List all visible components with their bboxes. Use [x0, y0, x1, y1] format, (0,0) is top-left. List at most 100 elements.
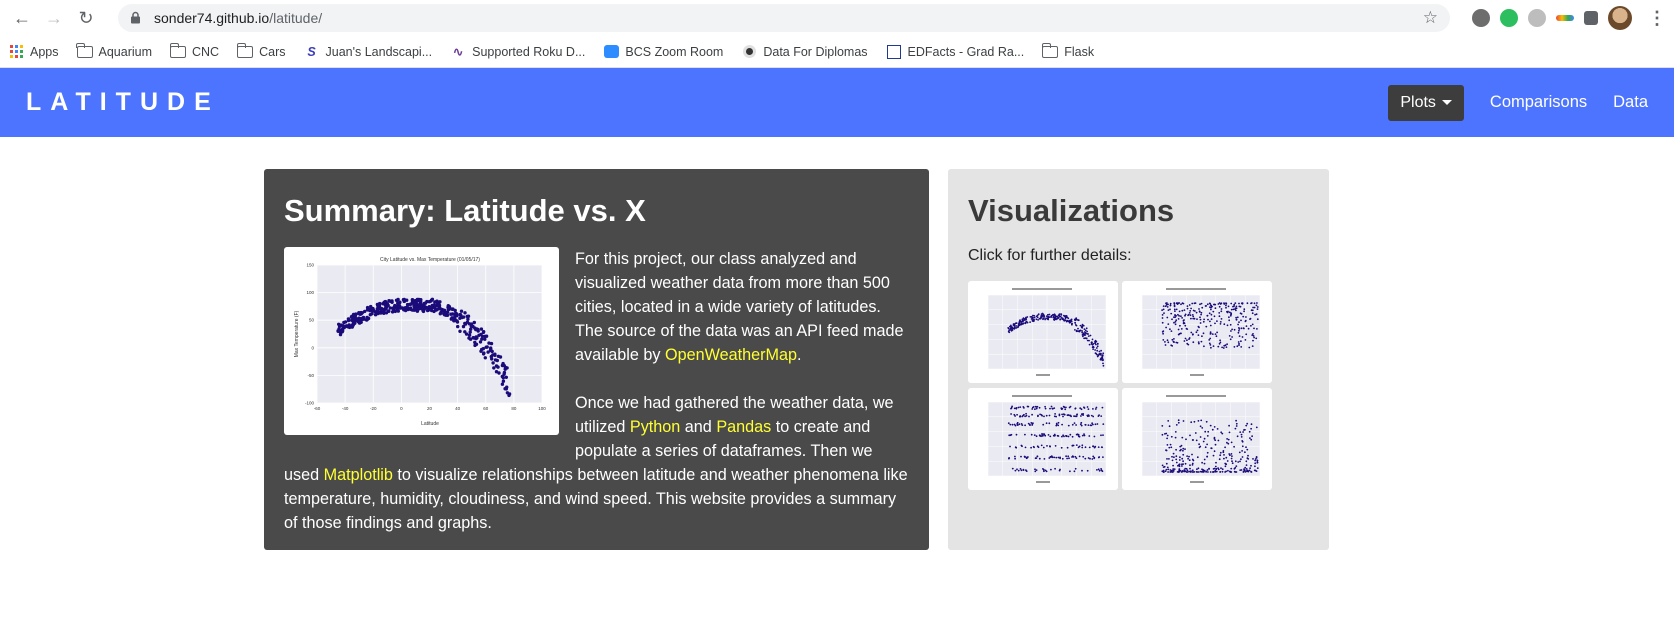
scatter-point [1229, 454, 1231, 457]
thumb-temperature[interactable] [968, 281, 1118, 383]
scatter-point [1035, 469, 1038, 471]
bookmark-bcs-zoom[interactable]: BCS Zoom Room [603, 45, 723, 59]
scatter-point [1240, 458, 1242, 461]
evernote-icon[interactable] [1500, 9, 1518, 27]
scatter-point [1102, 423, 1105, 425]
scatter-point [1094, 349, 1096, 351]
scatter-point [1187, 313, 1190, 316]
extension-rainbow-icon[interactable] [1556, 15, 1574, 21]
scatter-point [1171, 345, 1174, 347]
bookmark-cars[interactable]: Cars [236, 42, 286, 59]
scatter-point [1170, 312, 1173, 315]
scatter-point [1013, 407, 1016, 410]
scatter-point [1012, 323, 1015, 326]
scatter-point [1035, 406, 1038, 408]
nav-link-data[interactable]: Data [1613, 93, 1648, 112]
scatter-point [1015, 327, 1018, 329]
scatter-point [491, 361, 495, 365]
thumb-humidity[interactable] [1122, 281, 1272, 383]
scatter-point [1178, 470, 1181, 473]
scatter-point [1248, 346, 1251, 349]
scatter-point [1245, 464, 1248, 466]
scatter-point [483, 334, 487, 338]
bookmark-flask[interactable]: Flask [1041, 42, 1094, 59]
scatter-point [1224, 446, 1226, 449]
bookmark-roku[interactable]: ∿ Supported Roku D... [450, 45, 586, 60]
scatter-point [1035, 457, 1038, 459]
scatter-point [1192, 315, 1195, 318]
scatter-point [1238, 451, 1241, 454]
bookmark-star-icon[interactable]: ☆ [1423, 8, 1438, 28]
scatter-point [1098, 350, 1101, 353]
bookmark-apps[interactable]: Apps [8, 45, 59, 59]
scatter-point [1245, 333, 1248, 336]
scatter-point [1045, 414, 1048, 417]
scatter-point [1190, 317, 1192, 320]
scatter-point [1242, 315, 1245, 318]
scatter-point [1239, 469, 1242, 471]
scatter-point [1015, 433, 1018, 436]
extension-gray-icon[interactable] [1472, 9, 1490, 27]
scatter-point [1168, 446, 1171, 449]
scatter-point [1181, 309, 1184, 312]
scatter-point [1237, 461, 1240, 463]
python-link[interactable]: Python [630, 418, 680, 436]
scatter-point [1230, 453, 1233, 455]
scatter-point [1230, 313, 1232, 316]
scatter-point [1177, 318, 1180, 320]
scatter-point [1226, 311, 1229, 314]
scatter-point [1176, 302, 1179, 304]
thumb-cloudiness[interactable] [968, 388, 1118, 490]
scatter-point [1221, 346, 1223, 349]
extensions-puzzle-icon[interactable] [1584, 11, 1598, 25]
scatter-point [1065, 455, 1067, 458]
nav-link-comparisons[interactable]: Comparisons [1490, 93, 1587, 112]
bookmark-edfacts[interactable]: EDFacts - Grad Ra... [886, 44, 1024, 59]
brand-logo[interactable]: LATITUDE [26, 88, 220, 117]
bookmark-cnc[interactable]: CNC [169, 42, 219, 59]
profile-avatar[interactable] [1608, 6, 1632, 30]
scatter-point [351, 317, 356, 321]
scatter-point [1007, 327, 1010, 329]
scatter-point [1101, 446, 1103, 449]
scatter-point [1071, 435, 1074, 438]
thumb-wind-speed[interactable] [1122, 388, 1272, 490]
bookmark-juans-landscaping[interactable]: S Juan's Landscapi... [304, 45, 432, 59]
scatter-point [1018, 320, 1021, 323]
browser-menu-icon[interactable]: ⋮ [1648, 8, 1666, 29]
scatter-point [1034, 468, 1036, 471]
scatter-point [1201, 461, 1203, 464]
scatter-point [1166, 466, 1169, 469]
summary-panel: Summary: Latitude vs. X City Latitude vs… [264, 169, 929, 550]
scatter-point [1011, 423, 1014, 426]
scatter-point [1231, 455, 1233, 457]
reload-icon[interactable]: ↻ [72, 4, 100, 32]
scatter-point [1092, 445, 1095, 448]
bookmark-data-for-diplomas[interactable]: Data For Diplomas [741, 45, 868, 59]
scatter-point [1025, 457, 1028, 460]
scatter-point [1188, 337, 1191, 339]
forward-arrow-icon[interactable]: → [40, 4, 68, 32]
scatter-point [1025, 470, 1028, 472]
scatter-point [1180, 471, 1183, 473]
scatter-point [1041, 312, 1044, 315]
scatter-point [490, 357, 494, 361]
address-bar[interactable]: sonder74.github.io/latitude/ ☆ [118, 4, 1450, 32]
scatter-point [1096, 342, 1099, 345]
matplotlib-link[interactable]: Matplotlib [324, 466, 393, 484]
scatter-point [1022, 414, 1024, 417]
scatter-point [1182, 447, 1185, 450]
bookmark-aquarium[interactable]: Aquarium [76, 42, 152, 59]
back-arrow-icon[interactable]: ← [8, 4, 36, 32]
plots-dropdown-button[interactable]: Plots [1388, 84, 1464, 121]
pandas-link[interactable]: Pandas [716, 418, 771, 436]
edfacts-icon [886, 44, 902, 59]
extension-u-icon[interactable] [1528, 9, 1546, 27]
scatter-point [1024, 446, 1027, 449]
scatter-point [1246, 302, 1249, 305]
openweathermap-link[interactable]: OpenWeatherMap [665, 346, 797, 364]
scatter-point [1055, 422, 1058, 425]
scatter-point [1021, 323, 1023, 325]
scatter-point [1184, 324, 1187, 327]
scatter-point [1043, 433, 1046, 436]
